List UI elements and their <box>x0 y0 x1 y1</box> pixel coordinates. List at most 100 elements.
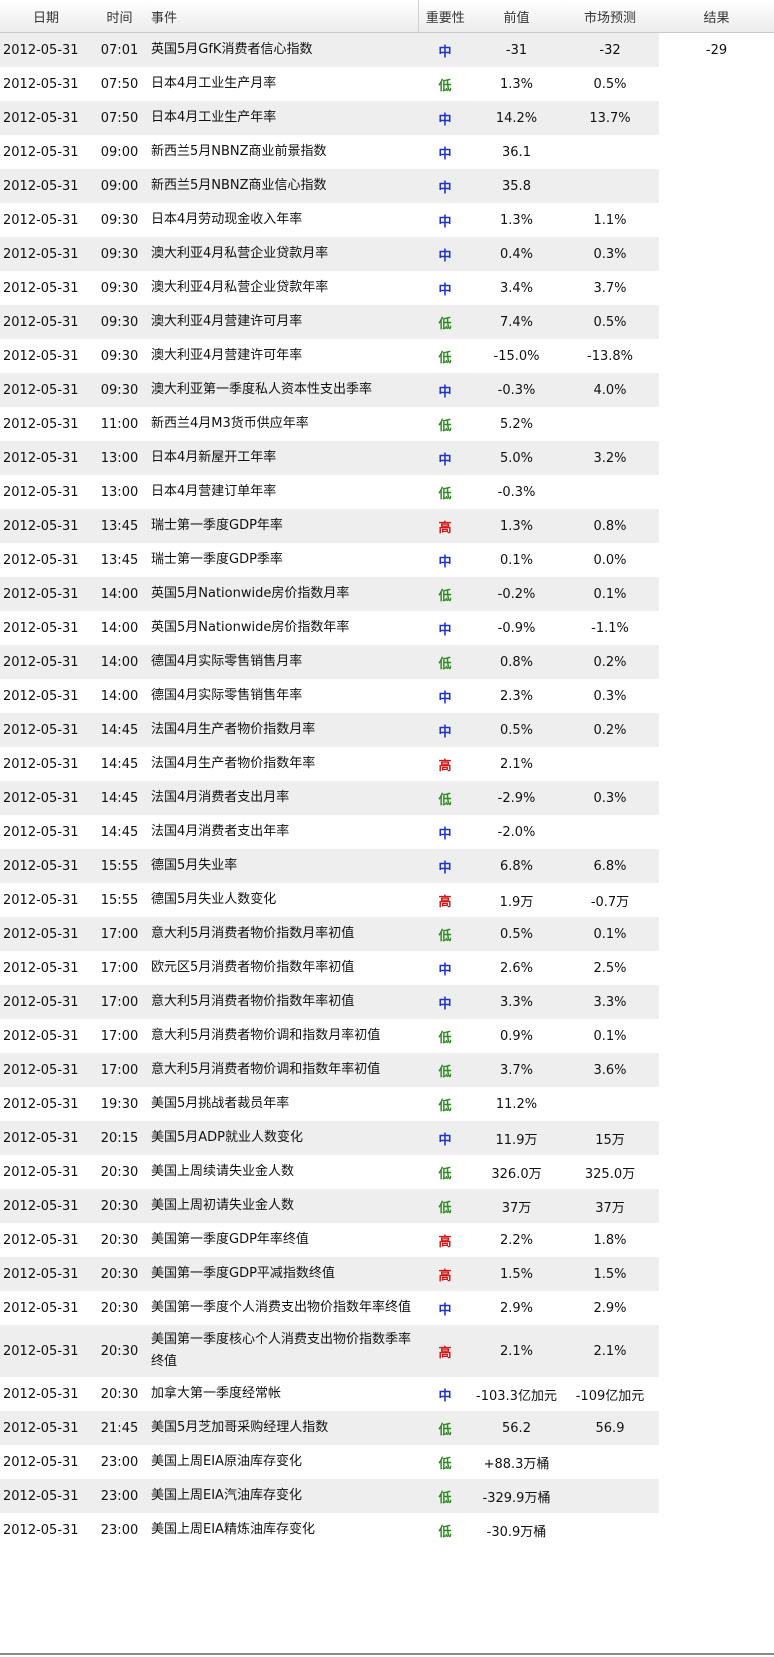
table-row: 2012-05-31 13:00 日本4月营建订单年率 低 -0.3% <box>0 475 774 509</box>
forecast-value <box>561 135 659 169</box>
importance-badge: 低 <box>438 78 452 94</box>
forecast-value: 1.1% <box>593 212 627 228</box>
header-row: 日期 时间 事件 重要性 前值 市场预测 结果 <box>0 0 774 33</box>
previous-value: 6.8% <box>472 849 561 883</box>
date-cell: 2012-05-31 <box>0 237 92 271</box>
table-row: 2012-05-31 17:00 意大利5月消费者物价指数月率初值低 0.5% 0.1% <box>0 917 774 951</box>
date-cell: 2012-05-31 <box>0 1053 92 1087</box>
previous-value: 2.2% <box>499 1232 534 1248</box>
importance-badge: 中 <box>438 1302 452 1318</box>
time-cell: 11:00 <box>100 416 139 432</box>
importance-badge: 中 <box>438 1388 452 1404</box>
forecast-value: 0.5% <box>593 76 627 92</box>
time-cell: 13:45 <box>100 552 139 568</box>
previous-value: -2.9% <box>472 781 561 815</box>
date-cell: 2012-05-31 <box>3 824 79 840</box>
result-value <box>659 1445 774 1479</box>
importance-badge: 低 <box>438 1456 452 1472</box>
importance-badge: 低 <box>418 645 472 679</box>
event-name: 日本4月新屋开工年率 <box>147 441 418 475</box>
forecast-value: 0.2% <box>561 713 659 747</box>
previous-value: 1.3% <box>472 509 561 543</box>
forecast-value: 6.8% <box>561 849 659 883</box>
forecast-value: -32 <box>561 32 659 67</box>
previous-value: 1.9万 <box>499 894 534 910</box>
date-cell: 2012-05-31 <box>0 373 92 407</box>
time-cell: 20:30 <box>92 1257 147 1291</box>
header-event: 事件 <box>147 0 418 33</box>
result-value <box>659 747 774 781</box>
header-result: 结果 <box>659 0 774 33</box>
importance-badge: 中 <box>418 373 472 407</box>
bottom-divider <box>0 1653 774 1655</box>
header-importance: 重要性 <box>417 0 472 33</box>
time-cell: 20:30 <box>100 1232 139 1248</box>
time-cell: 13:45 <box>92 509 147 543</box>
event-name: 日本4月营建订单年率 <box>151 484 277 499</box>
forecast-value: 2.5% <box>593 960 627 976</box>
table-row: 2012-05-31 19:30 美国5月挑战者裁员年率 低 11.2% <box>0 1087 774 1121</box>
event-name: 德国5月失业人数变化 <box>151 892 277 907</box>
importance-badge: 中 <box>418 441 472 475</box>
result-value <box>659 67 774 101</box>
previous-value: 2.6% <box>499 960 534 976</box>
table-row: 2012-05-31 14:45 法国4月消费者支出年率 中 -2.0% <box>0 815 774 849</box>
time-cell: 14:45 <box>92 713 147 747</box>
table-row: 2012-05-31 21:45 美国5月芝加哥采购经理人指数低 56.2 56.9 <box>0 1411 774 1445</box>
forecast-value: 0.1% <box>561 917 659 951</box>
result-value <box>659 951 774 985</box>
date-cell: 2012-05-31 <box>3 416 79 432</box>
previous-value: 0.1% <box>499 552 534 568</box>
table-row: 2012-05-31 20:15 美国5月ADP就业人数变化中 11.9万 15万 <box>0 1121 774 1155</box>
previous-value: 11.9万 <box>472 1121 561 1155</box>
date-cell: 2012-05-31 <box>3 688 79 704</box>
event-name: 英国5月GfK消费者信心指数 <box>147 32 418 67</box>
event-name: 美国5月芝加哥采购经理人指数 <box>147 1411 418 1445</box>
date-cell: 2012-05-31 <box>0 509 92 543</box>
importance-badge: 高 <box>438 1234 452 1250</box>
time-cell: 15:55 <box>100 892 139 908</box>
table-row: 2012-05-31 09:30 澳大利亚4月营建许可月率低 7.4% 0.5% <box>0 305 774 339</box>
forecast-value <box>561 747 659 781</box>
event-name: 新西兰4月M3货币供应年率 <box>151 416 309 431</box>
previous-value: -329.9万桶 <box>472 1479 561 1513</box>
table-row: 2012-05-31 14:45 法国4月消费者支出月率低 -2.9% 0.3% <box>0 781 774 815</box>
event-name: 美国上周初请失业金人数 <box>147 1189 418 1223</box>
forecast-value: -13.8% <box>587 348 633 364</box>
event-name: 欧元区5月消费者物价指数年率初值 <box>151 960 355 975</box>
importance-badge: 低 <box>438 1524 452 1540</box>
previous-value: 0.4% <box>472 237 561 271</box>
importance-badge: 中 <box>418 849 472 883</box>
forecast-value: 0.5% <box>561 305 659 339</box>
time-cell: 14:45 <box>100 824 139 840</box>
table-row: 2012-05-31 09:30 澳大利亚4月私营企业贷款月率中 0.4% 0.3% <box>0 237 774 271</box>
importance-badge: 低 <box>418 1411 472 1445</box>
forecast-value: -1.1% <box>591 620 629 636</box>
date-cell: 2012-05-31 <box>3 1454 79 1470</box>
result-value <box>659 1087 774 1121</box>
importance-badge: 中 <box>418 101 472 135</box>
date-cell: 2012-05-31 <box>3 212 79 228</box>
time-cell: 21:45 <box>92 1411 147 1445</box>
time-cell: 23:00 <box>92 1479 147 1513</box>
importance-badge: 中 <box>418 985 472 1019</box>
previous-value: 2.1% <box>472 1325 561 1377</box>
time-cell: 17:00 <box>92 917 147 951</box>
forecast-value: -109亿加元 <box>575 1388 645 1404</box>
importance-badge: 低 <box>418 1479 472 1513</box>
event-name: 美国第一季度GDP年率终值 <box>151 1232 309 1247</box>
event-name: 新西兰5月NBNZ商业信心指数 <box>147 169 418 203</box>
event-name: 澳大利亚4月私营企业贷款月率 <box>147 237 418 271</box>
event-name: 意大利5月消费者物价调和指数月率初值 <box>151 1028 381 1043</box>
date-cell: 2012-05-31 <box>0 101 92 135</box>
date-cell: 2012-05-31 <box>3 1522 79 1538</box>
previous-value: 7.4% <box>472 305 561 339</box>
table-row: 2012-05-31 20:30 美国第一季度核心个人消费支出物价指数季率终值高 2.… <box>0 1325 774 1377</box>
event-name: 意大利5月消费者物价指数年率初值 <box>147 985 418 1019</box>
result-value <box>659 407 774 441</box>
previous-value: 0.5% <box>472 917 561 951</box>
result-value <box>659 1019 774 1053</box>
time-cell: 09:30 <box>100 348 139 364</box>
importance-badge: 低 <box>438 1030 452 1046</box>
table-row: 2012-05-31 09:30 澳大利亚4月私营企业贷款年率 中 3.4% 3.7% <box>0 271 774 305</box>
